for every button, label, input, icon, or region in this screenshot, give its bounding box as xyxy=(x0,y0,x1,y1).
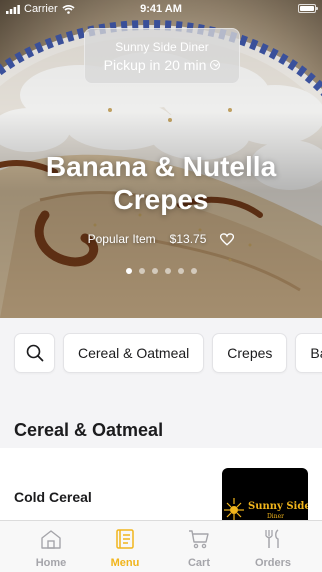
home-icon xyxy=(41,530,61,549)
tab-label: Cart xyxy=(187,557,210,569)
tab-label: Menu xyxy=(110,557,140,569)
carousel-dots xyxy=(0,268,322,274)
status-time: 9:41 AM xyxy=(140,3,182,15)
menu-section-header: Cereal & Oatmeal xyxy=(0,388,322,448)
pickup-selector[interactable]: Sunny Side Diner Pickup in 20 min xyxy=(84,28,240,84)
featured-item-title: Banana & Nutella Crepes xyxy=(45,151,277,215)
category-search-button[interactable] xyxy=(14,333,55,373)
featured-item-tag: Popular Item xyxy=(87,232,156,246)
category-chip-partial[interactable]: Ba xyxy=(295,333,322,373)
restaurant-name: Sunny Side Diner xyxy=(115,40,209,54)
carousel-dot[interactable] xyxy=(190,268,197,274)
carousel-dot[interactable] xyxy=(138,268,145,274)
menu-item-name: Cold Cereal xyxy=(14,489,92,505)
chevron-down-circle-icon xyxy=(210,60,221,70)
heart-icon[interactable] xyxy=(220,232,235,246)
tab-label: Home xyxy=(35,557,67,569)
status-bar: Carrier 9:41 AM xyxy=(0,0,322,20)
sun-logo-icon xyxy=(224,498,244,520)
tab-orders[interactable]: Orders xyxy=(236,521,310,572)
orders-icon xyxy=(265,529,279,548)
carousel-dot[interactable] xyxy=(151,268,158,274)
search-icon xyxy=(26,344,43,362)
menu-item-image-text: Sunny Side xyxy=(248,501,308,512)
tab-cart[interactable]: Cart xyxy=(162,521,236,572)
featured-item-price: $13.75 xyxy=(169,232,207,246)
menu-item-image-subtext: Diner xyxy=(267,513,285,520)
menu-icon xyxy=(116,529,134,549)
menu-item-image: Sunny Side Diner xyxy=(222,468,308,528)
carousel-dot[interactable] xyxy=(164,268,171,274)
tab-home[interactable]: Home xyxy=(14,521,88,572)
hero-banner[interactable]: Carrier 9:41 AM Sunny Side Diner Pickup … xyxy=(0,0,322,318)
carousel-dot[interactable] xyxy=(125,268,132,274)
section-title: Cereal & Oatmeal xyxy=(14,420,164,440)
category-chip-cereal-oatmeal[interactable]: Cereal & Oatmeal xyxy=(63,333,205,373)
tab-bar: Home Menu Cart Orders xyxy=(0,520,322,572)
tab-label: Orders xyxy=(254,557,292,569)
battery-icon xyxy=(298,4,318,13)
cart-icon xyxy=(189,530,209,549)
category-chip-crepes[interactable]: Crepes xyxy=(212,333,288,373)
tab-menu[interactable]: Menu xyxy=(88,521,162,572)
pickup-time: Pickup in 20 min xyxy=(103,57,207,73)
carousel-dot[interactable] xyxy=(177,268,184,274)
category-bar: Cereal & Oatmeal Crepes Ba xyxy=(0,318,322,388)
menu-item-cold-cereal[interactable]: Cold Cereal Sunny Side Diner xyxy=(0,448,322,528)
